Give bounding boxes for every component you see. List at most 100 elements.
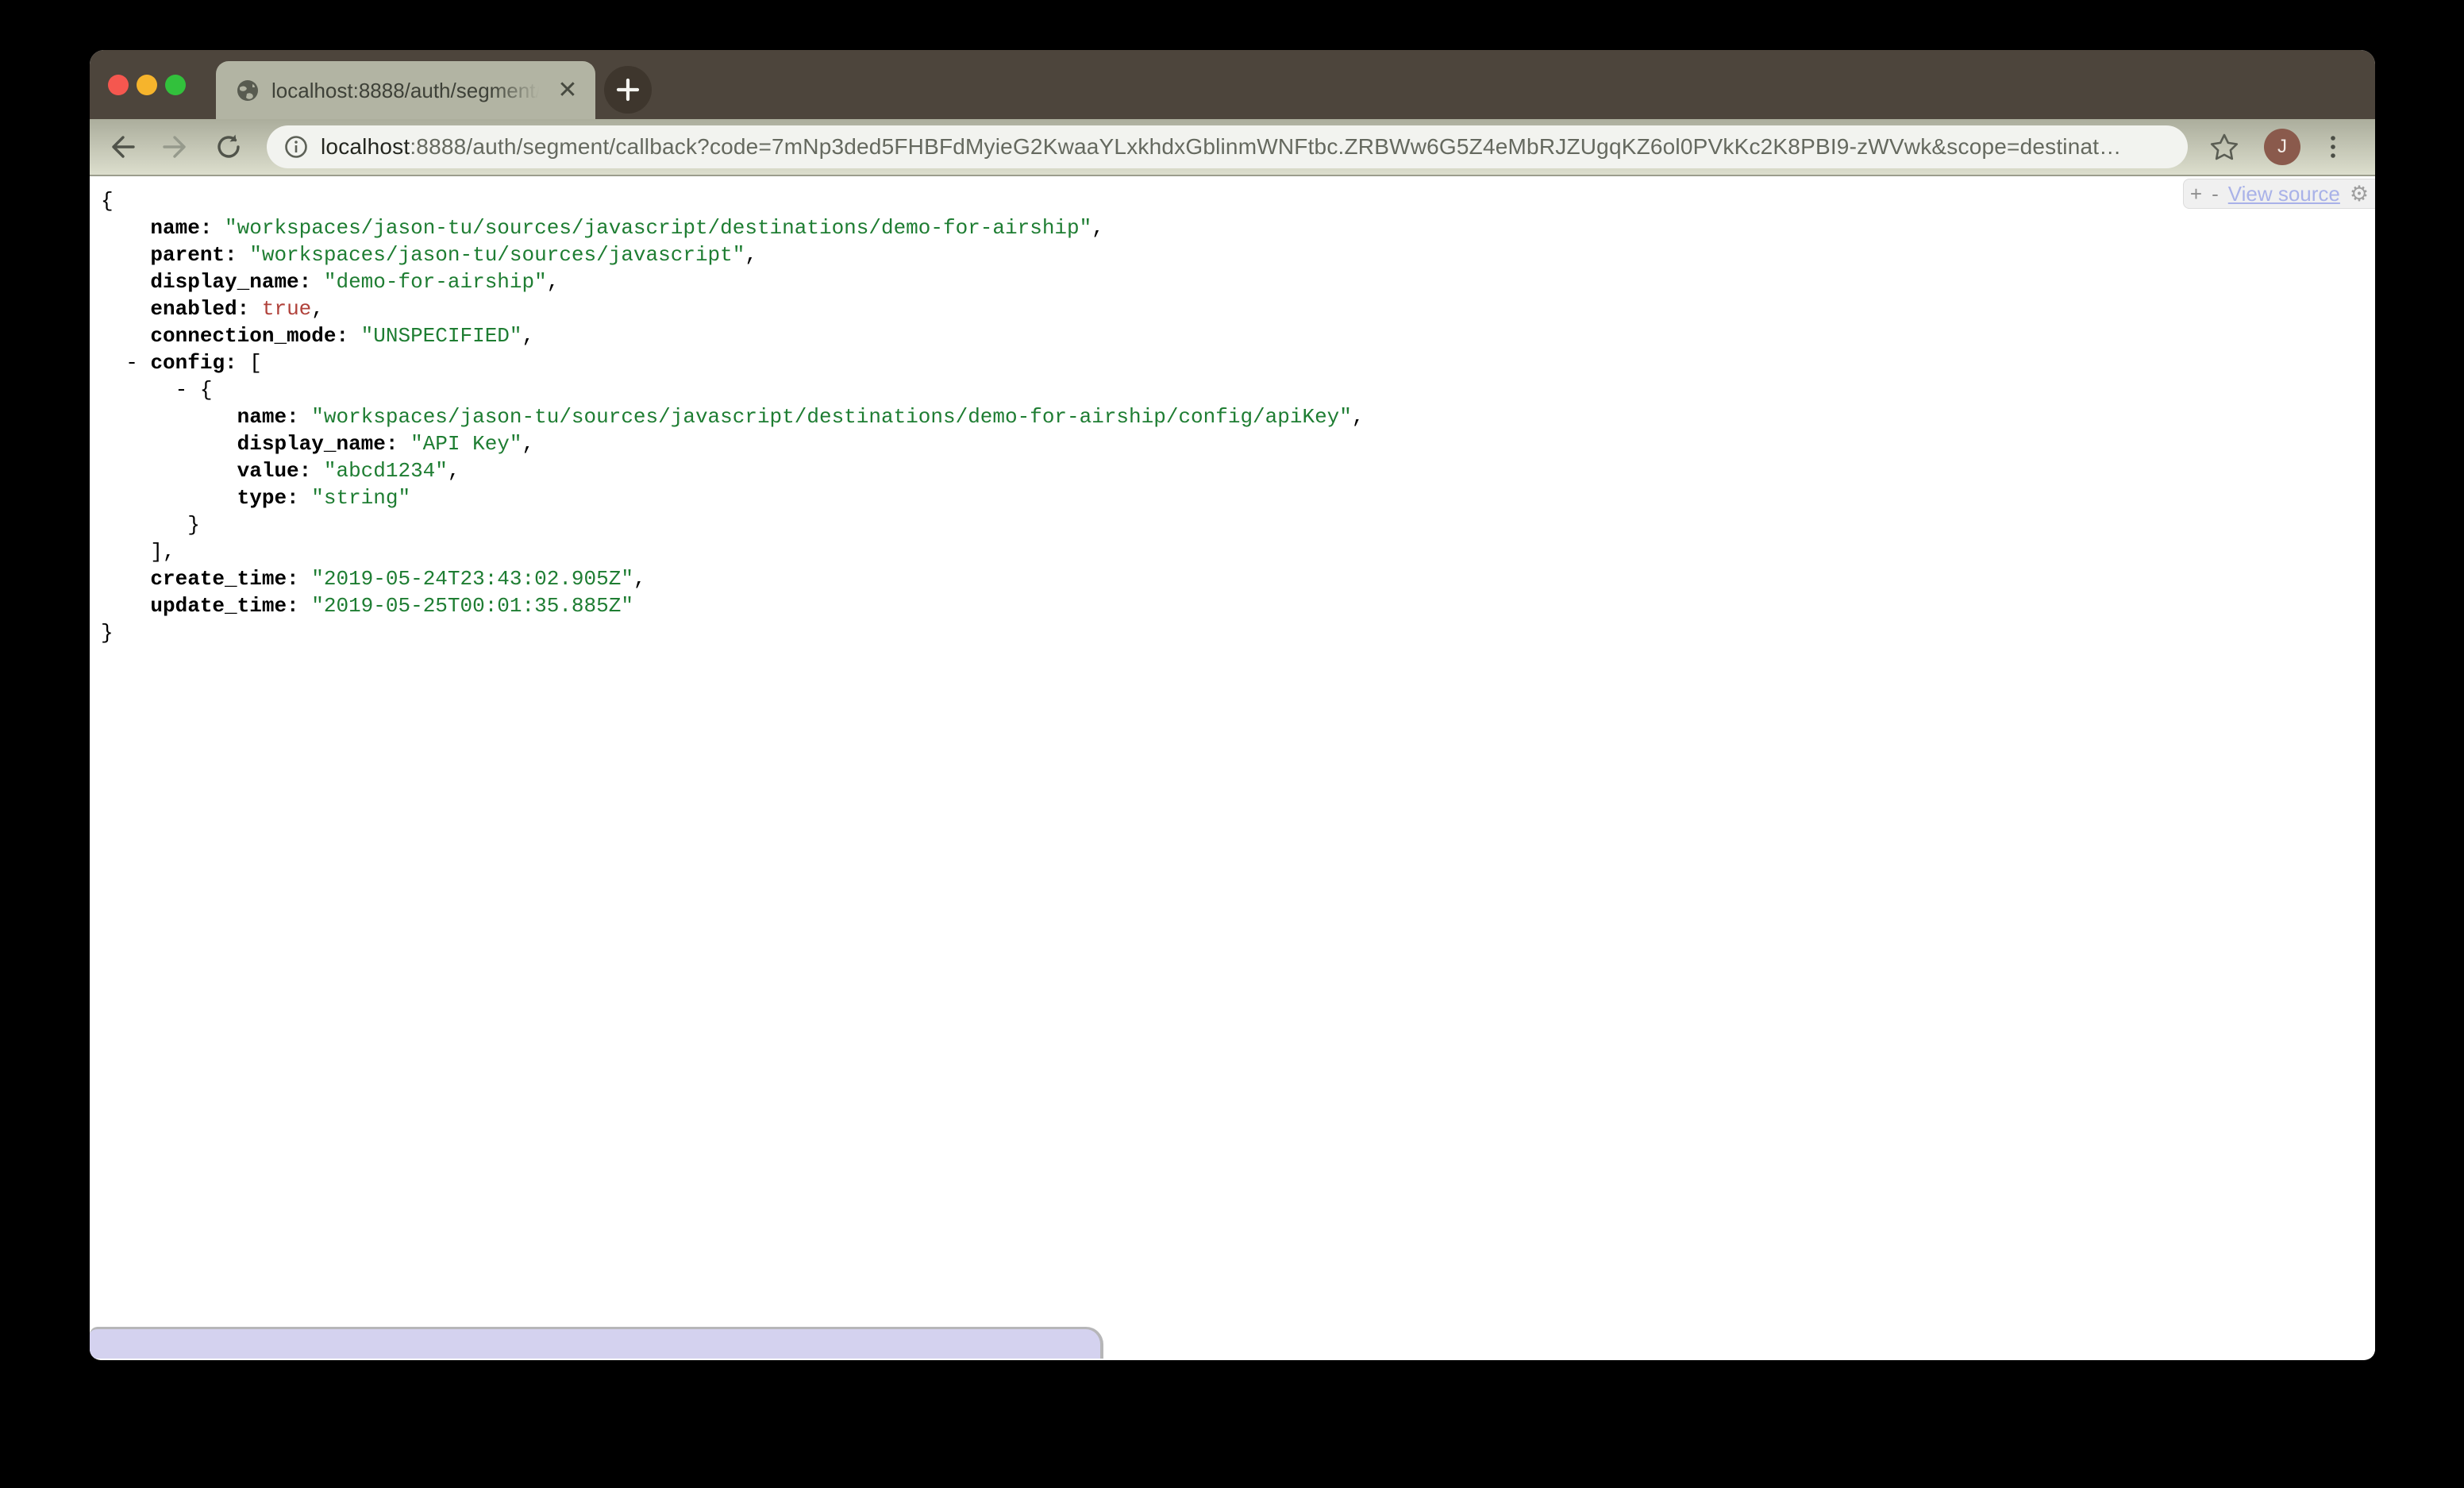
browser-menu-button[interactable] <box>2321 131 2345 163</box>
json-line: ], <box>101 538 2375 565</box>
json-line: type: "string" <box>101 484 2375 511</box>
json-line: { <box>101 187 2375 214</box>
url-text: localhost:8888/auth/segment/callback?cod… <box>321 134 2121 160</box>
json-key: name: <box>237 405 312 429</box>
traffic-light-close-button[interactable] <box>108 75 129 95</box>
json-line: display_name: "API Key", <box>101 430 2375 457</box>
json-punctuation <box>101 351 125 375</box>
json-punctuation <box>101 270 150 294</box>
json-key: update_time: <box>150 594 311 618</box>
info-icon[interactable] <box>284 135 308 159</box>
json-key: name: <box>150 216 225 240</box>
json-punctuation: [ <box>249 351 262 375</box>
json-line: name: "workspaces/jason-tu/sources/javas… <box>101 403 2375 430</box>
json-punctuation: , <box>311 297 324 321</box>
browser-tab[interactable]: localhost:8888/auth/segment/ca ✕ <box>216 61 595 119</box>
browser-toolbar: localhost:8888/auth/segment/callback?cod… <box>90 119 2375 176</box>
tab-title: localhost:8888/auth/segment/ca <box>271 77 548 104</box>
json-string: "UNSPECIFIED" <box>361 324 522 348</box>
json-line: - { <box>101 376 2375 403</box>
json-string: "2019-05-25T00:01:35.885Z" <box>311 594 633 618</box>
json-key: parent: <box>150 243 249 267</box>
json-key: create_time: <box>150 567 311 591</box>
collapse-toggle[interactable]: - <box>125 351 138 375</box>
plus-icon <box>616 78 640 102</box>
json-line: display_name: "demo-for-airship", <box>101 268 2375 295</box>
reload-icon <box>214 132 244 162</box>
back-button[interactable] <box>107 132 137 162</box>
json-string: "workspaces/jason-tu/sources/javascript" <box>249 243 745 267</box>
json-punctuation <box>101 243 150 267</box>
json-string: "workspaces/jason-tu/sources/javascript/… <box>311 405 1352 429</box>
json-line: connection_mode: "UNSPECIFIED", <box>101 322 2375 349</box>
json-line: } <box>101 619 2375 646</box>
json-string: "demo-for-airship" <box>324 270 547 294</box>
json-punctuation: , <box>1091 216 1104 240</box>
json-body: { name: "workspaces/jason-tu/sources/jav… <box>101 187 2375 646</box>
json-punctuation <box>187 378 200 402</box>
json-punctuation: ], <box>101 540 175 564</box>
json-line: name: "workspaces/jason-tu/sources/javas… <box>101 214 2375 241</box>
kebab-menu-icon <box>2329 131 2337 163</box>
page-content: + - View source ⚙ { name: "workspaces/ja… <box>90 176 2375 1359</box>
json-punctuation: , <box>522 432 535 456</box>
json-line: create_time: "2019-05-24T23:43:02.905Z", <box>101 565 2375 592</box>
json-key: config: <box>150 351 249 375</box>
profile-avatar[interactable]: J <box>2264 129 2300 165</box>
json-punctuation <box>101 594 150 618</box>
json-punctuation <box>101 432 237 456</box>
json-punctuation <box>101 378 175 402</box>
browser-window: localhost:8888/auth/segment/ca ✕ <box>90 50 2375 1360</box>
json-punctuation <box>101 459 237 483</box>
json-punctuation <box>101 405 237 429</box>
traffic-light-minimize-button[interactable] <box>137 75 157 95</box>
json-boolean: true <box>262 297 311 321</box>
bookmark-button[interactable] <box>2208 131 2240 163</box>
json-punctuation <box>101 324 150 348</box>
json-punctuation: , <box>448 459 460 483</box>
json-key: type: <box>237 486 312 510</box>
json-punctuation: } <box>101 621 114 645</box>
selection-bar <box>90 1327 1103 1359</box>
back-icon <box>107 132 137 162</box>
json-key: connection_mode: <box>150 324 360 348</box>
forward-icon <box>160 132 191 162</box>
json-line: - config: [ <box>101 349 2375 376</box>
json-line: } <box>101 511 2375 538</box>
json-key: display_name: <box>150 270 323 294</box>
json-punctuation <box>101 486 237 510</box>
json-punctuation <box>101 297 150 321</box>
json-key: enabled: <box>150 297 261 321</box>
json-punctuation <box>138 351 151 375</box>
url-host: localhost <box>321 134 410 159</box>
tab-title-fade <box>492 77 548 104</box>
globe-icon <box>237 79 259 102</box>
json-punctuation: , <box>547 270 560 294</box>
forward-button[interactable] <box>160 132 191 162</box>
json-punctuation <box>101 216 150 240</box>
json-punctuation: , <box>633 567 646 591</box>
json-punctuation: { <box>200 378 213 402</box>
json-punctuation: , <box>522 324 535 348</box>
star-icon <box>2208 131 2240 163</box>
new-tab-button[interactable] <box>604 66 652 114</box>
json-line: parent: "workspaces/jason-tu/sources/jav… <box>101 241 2375 268</box>
json-punctuation: { <box>101 189 114 213</box>
json-key: display_name: <box>237 432 410 456</box>
json-string: "API Key" <box>410 432 522 456</box>
json-string: "workspaces/jason-tu/sources/javascript/… <box>225 216 1091 240</box>
json-punctuation: , <box>745 243 757 267</box>
traffic-light-zoom-button[interactable] <box>165 75 186 95</box>
json-line: value: "abcd1234", <box>101 457 2375 484</box>
json-line: update_time: "2019-05-25T00:01:35.885Z" <box>101 592 2375 619</box>
json-punctuation: , <box>1352 405 1365 429</box>
address-bar[interactable]: localhost:8888/auth/segment/callback?cod… <box>267 125 2188 168</box>
json-string: "2019-05-24T23:43:02.905Z" <box>311 567 633 591</box>
json-key: value: <box>237 459 324 483</box>
url-path: :8888/auth/segment/callback?code=7mNp3de… <box>410 134 2121 159</box>
json-string: "abcd1234" <box>324 459 448 483</box>
collapse-toggle[interactable]: - <box>175 378 188 402</box>
tab-close-icon[interactable]: ✕ <box>554 77 581 104</box>
reload-button[interactable] <box>214 132 244 162</box>
json-string: "string" <box>311 486 410 510</box>
